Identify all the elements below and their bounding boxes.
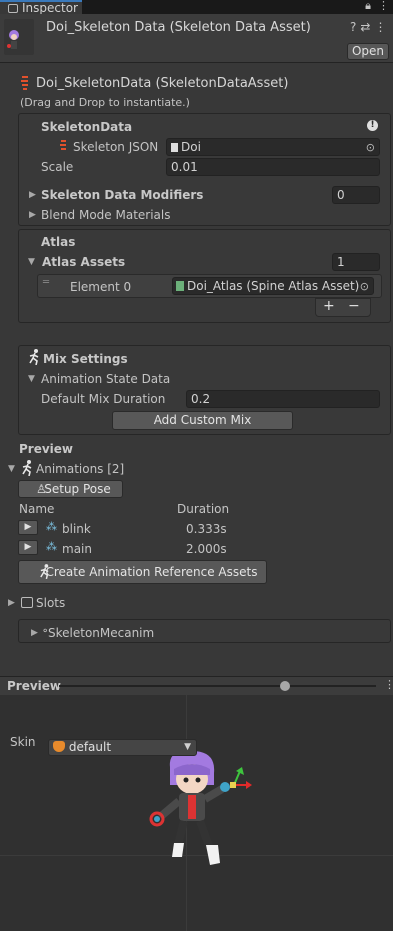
skeleton-mecanim-label[interactable]: SkeletonMecanim <box>48 626 154 640</box>
animation-name: main <box>62 542 92 556</box>
inspector-icon <box>8 4 18 13</box>
settings-sliders-icon[interactable]: ⇄ <box>360 20 374 34</box>
modifiers-count-field[interactable]: 0 <box>332 186 380 204</box>
lock-icon[interactable]: 🔒︎ <box>365 0 371 12</box>
asset-title: Doi_SkeletonData (SkeletonDataAsset) <box>36 76 289 91</box>
play-button[interactable]: ▶ <box>18 540 38 555</box>
atlas-assets-label[interactable]: Atlas Assets <box>42 255 125 269</box>
skin-icon <box>53 741 65 752</box>
skeleton-json-field[interactable]: Doi ⊙ <box>166 138 380 156</box>
foldout-arrow-right-icon[interactable]: ▶ <box>29 210 36 220</box>
mix-settings-heading: Mix Settings <box>43 352 128 366</box>
animation-duration: 0.333s <box>186 522 227 536</box>
remove-element-button[interactable]: − <box>348 298 360 314</box>
blend-mode-materials-label[interactable]: Blend Mode Materials <box>41 208 171 222</box>
add-element-button[interactable]: + <box>323 298 335 314</box>
atlas-heading: Atlas <box>41 235 76 249</box>
preview-menu-icon[interactable]: ⋮ <box>384 678 393 691</box>
animation-state-data-label[interactable]: Animation State Data <box>41 372 170 386</box>
slots-label[interactable]: Slots <box>36 596 65 610</box>
foldout-arrow-right-icon[interactable]: ▶ <box>31 628 38 638</box>
chevron-down-icon: ▼ <box>184 742 191 752</box>
name-column-header: Name <box>19 502 55 516</box>
header-buttons: ?⇄⋮ <box>350 20 390 34</box>
add-custom-mix-button[interactable]: Add Custom Mix <box>112 411 293 430</box>
drag-handle-icon[interactable]: ═ <box>43 278 49 288</box>
object-picker-icon[interactable]: ⊙ <box>366 140 375 156</box>
character-thumbnail-icon <box>7 30 19 49</box>
duration-column-header: Duration <box>177 502 230 516</box>
animation-clip-icon: ⁂ <box>46 540 57 553</box>
preview-viewport[interactable] <box>0 695 393 931</box>
default-mix-duration-label: Default Mix Duration <box>41 392 166 406</box>
asset-thumbnail <box>4 19 34 55</box>
foldout-arrow-right-icon[interactable]: ▶ <box>29 190 36 200</box>
animation-name: blink <box>62 522 91 536</box>
window-controls: 🔒︎ ⋮ <box>365 0 389 14</box>
preview-slider-thumb[interactable] <box>280 681 291 691</box>
running-figure-icon <box>39 564 51 586</box>
animation-duration: 2.000s <box>186 542 227 556</box>
skin-dropdown[interactable]: default ▼ <box>48 739 197 756</box>
foldout-arrow-down-icon[interactable]: ▼ <box>28 374 35 384</box>
animations-label[interactable]: Animations [2] <box>36 462 124 476</box>
header-title: Doi_Skeleton Data (Skeleton Data Asset) <box>46 20 311 35</box>
default-mix-duration-field[interactable]: 0.2 <box>186 390 380 408</box>
standing-figure-icon: ♙ <box>36 482 47 496</box>
more-icon[interactable]: ⋮ <box>374 20 390 34</box>
atlas-asset-field[interactable]: Doi_Atlas (Spine Atlas Asset) ⊙ <box>172 277 374 295</box>
foldout-arrow-down-icon[interactable]: ▼ <box>8 464 15 474</box>
kebab-menu-icon[interactable]: ⋮ <box>378 0 389 12</box>
text-asset-icon <box>171 143 178 152</box>
element-0-label: Element 0 <box>70 280 132 294</box>
skeleton-data-modifiers-label[interactable]: Skeleton Data Modifiers <box>41 188 203 202</box>
warning-icon: ! <box>367 120 378 131</box>
object-picker-icon[interactable]: ⊙ <box>360 279 369 295</box>
spine-json-icon <box>60 139 68 156</box>
running-figure-icon <box>28 349 41 368</box>
preview-heading: Preview <box>19 442 74 456</box>
setup-pose-button[interactable]: ♙ Setup Pose <box>18 480 123 498</box>
animation-clip-icon: ⁂ <box>46 520 57 533</box>
atlas-asset-icon <box>176 281 184 291</box>
preview-slider <box>59 681 376 691</box>
scale-field[interactable]: 0.01 <box>166 158 380 176</box>
atlas-assets-count-field[interactable]: 1 <box>332 253 380 271</box>
skin-label: Skin <box>10 735 36 749</box>
help-icon[interactable]: ? <box>350 20 360 34</box>
tab-inspector[interactable]: Inspector <box>0 0 82 14</box>
slots-icon <box>21 597 33 608</box>
running-figure-icon <box>21 460 34 479</box>
preview-panel-title: Preview <box>7 679 62 693</box>
play-button[interactable]: ▶ <box>18 520 38 535</box>
foldout-arrow-down-icon[interactable]: ▼ <box>28 257 35 267</box>
skeleton-json-label: Skeleton JSON <box>73 140 159 154</box>
character-preview <box>149 750 252 865</box>
scale-label: Scale <box>41 160 74 174</box>
drag-hint: (Drag and Drop to instantiate.) <box>20 96 190 109</box>
create-animation-reference-assets-button[interactable]: Create Animation Reference Assets <box>18 560 267 584</box>
open-button[interactable]: Open <box>347 43 389 60</box>
skeleton-data-heading: SkeletonData <box>41 120 133 134</box>
foldout-arrow-right-icon[interactable]: ▶ <box>8 598 15 608</box>
spine-asset-icon <box>20 75 30 94</box>
